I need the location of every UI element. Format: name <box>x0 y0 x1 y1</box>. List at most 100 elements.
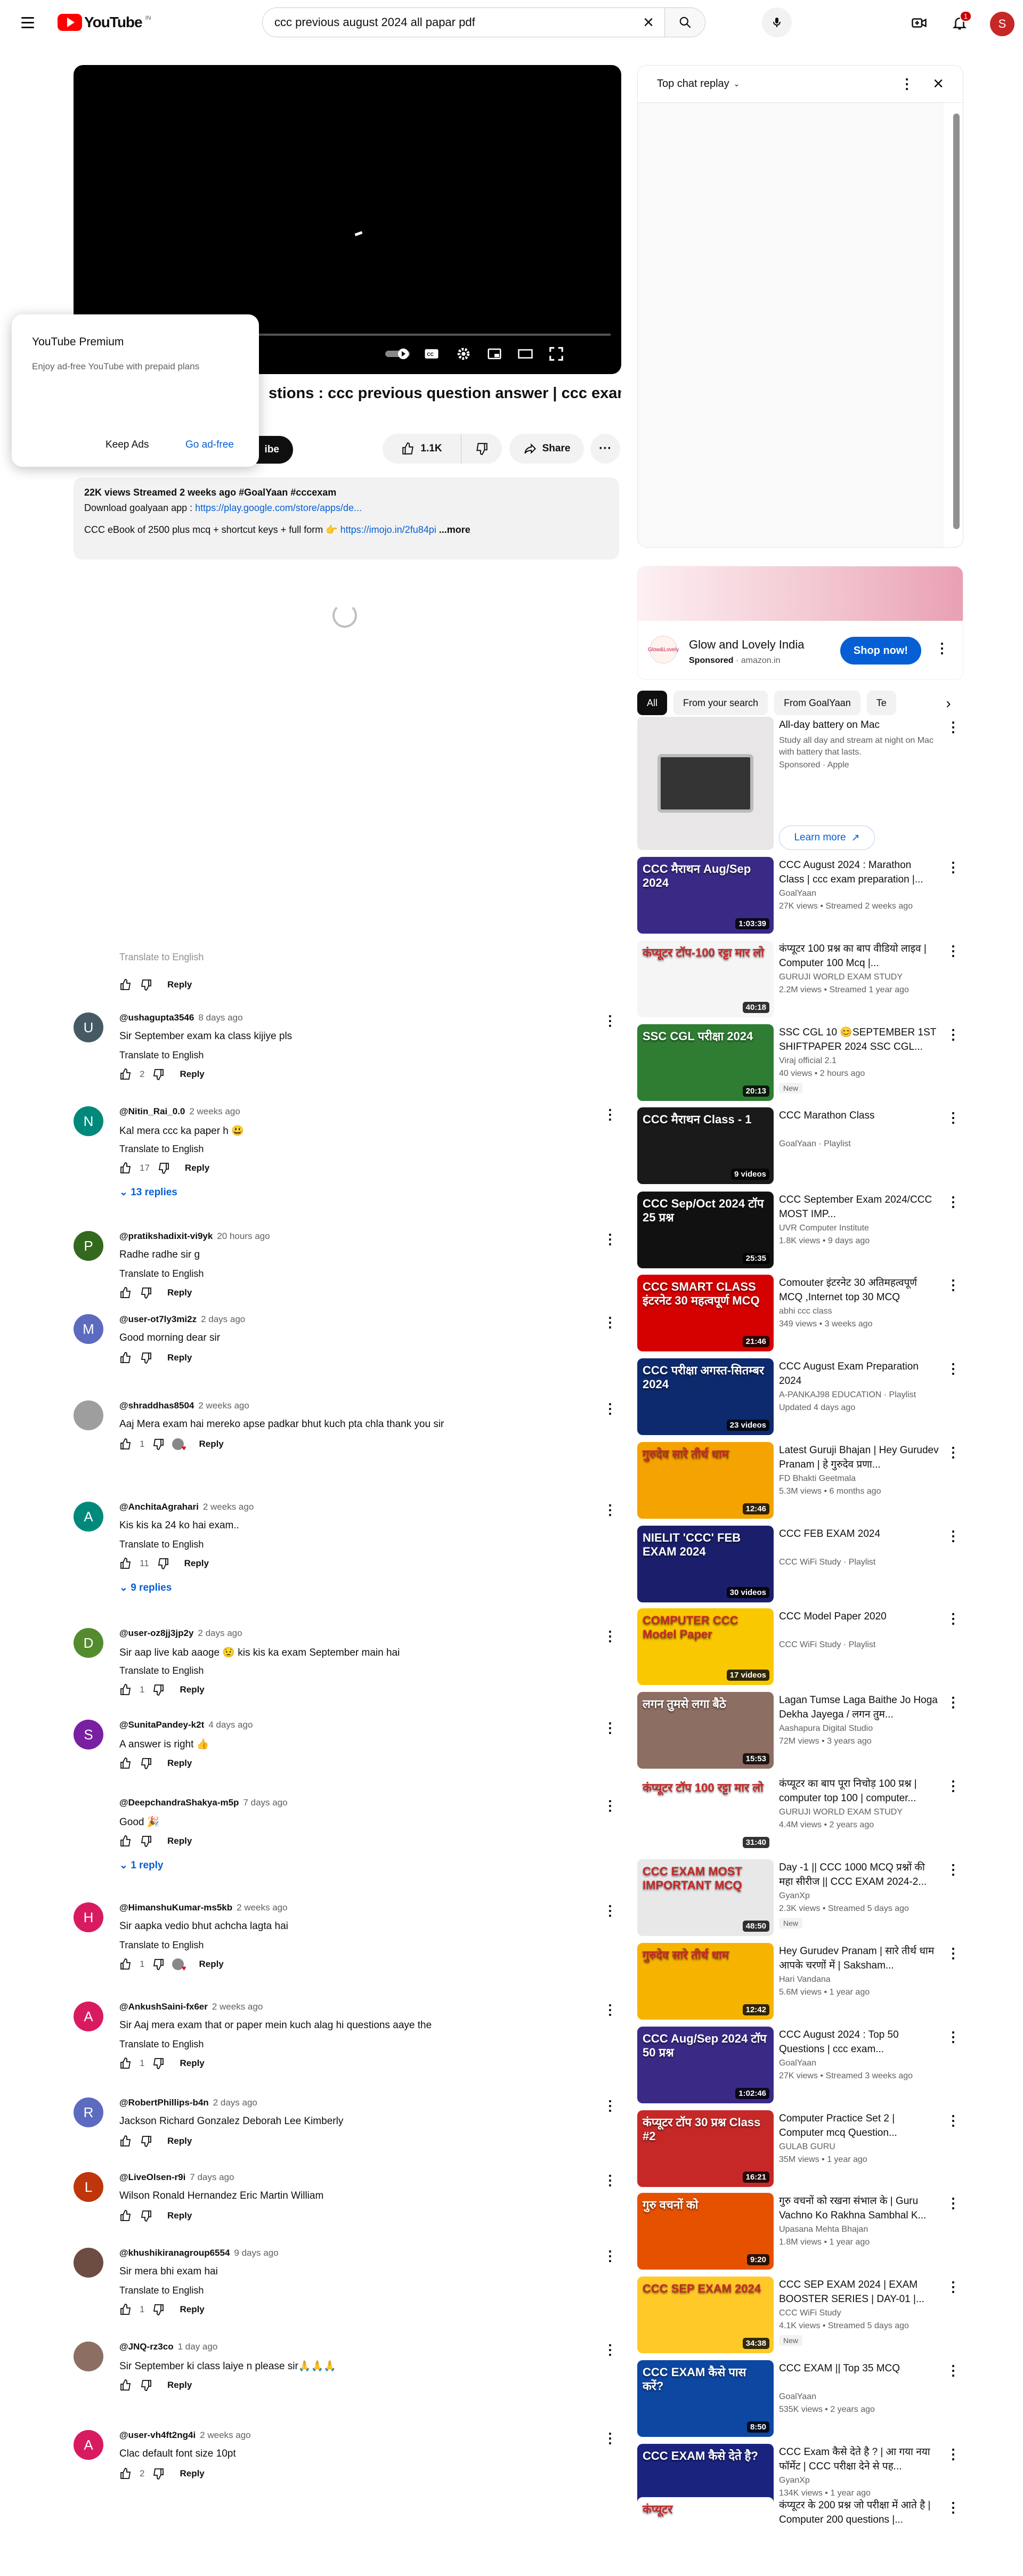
filter-chip[interactable]: From your search <box>673 691 768 715</box>
fullscreen-button[interactable] <box>547 344 566 363</box>
comment-dislike-button[interactable] <box>152 1438 165 1451</box>
reply-button[interactable]: Reply <box>167 1836 192 1846</box>
commenter-avatar[interactable]: S <box>74 1720 103 1749</box>
reply-button[interactable]: Reply <box>167 2136 192 2146</box>
video-thumbnail[interactable]: CCC परीक्षा अगस्त-सितम्बर 2024 23 videos <box>637 1358 774 1435</box>
recommended-video[interactable]: कंप्यूटर टॉप-100 रट्टा मार लो 40:18 कंप्यू… <box>637 941 963 1019</box>
video-more-icon[interactable]: ⋮ <box>946 1694 960 1711</box>
video-thumbnail[interactable]: लगन तुमसे लगा बैठे 15:53 <box>637 1692 774 1769</box>
recommended-video[interactable]: CCC मैराथन Class - 1 9 videos CCC Marathon… <box>637 1107 963 1186</box>
subtitles-button[interactable]: CC <box>422 344 441 363</box>
recommended-video[interactable]: CCC SEP EXAM 2024 34:38 CCC SEP EXAM 2024 … <box>637 2277 963 2355</box>
comment-like-button[interactable] <box>119 2135 132 2148</box>
channel-name[interactable]: GULAB GURU <box>779 2142 939 2152</box>
video-more-icon[interactable]: ⋮ <box>946 2362 960 2379</box>
comment-more-icon[interactable]: ⋮ <box>603 2430 617 2447</box>
channel-name[interactable]: GURUJI WORLD EXAM STUDY <box>779 1808 939 1817</box>
reply-button[interactable]: Reply <box>185 1163 209 1173</box>
video-more-icon[interactable]: ⋮ <box>946 1026 960 1043</box>
video-more-icon[interactable]: ⋮ <box>946 2499 960 2516</box>
search-input[interactable] <box>263 8 632 37</box>
video-title[interactable]: कंप्यूटर के 200 प्रश्न जो परीक्षा में आत… <box>779 2498 939 2527</box>
video-title[interactable]: CCC August 2024 : Top 50 Questions | ccc… <box>779 2028 939 2056</box>
reply-button[interactable]: Reply <box>180 1684 204 1695</box>
video-title[interactable]: Computer Practice Set 2 | Computer mcq Q… <box>779 2111 939 2140</box>
video-more-icon[interactable]: ⋮ <box>946 2195 960 2212</box>
video-title[interactable]: Latest Guruji Bhajan | Hey Gurudev Prana… <box>779 1443 939 1472</box>
recommended-video[interactable]: CCC EXAM कैसे पास करें? 8:50 CCC EXAM || T… <box>637 2360 963 2439</box>
comment-like-button[interactable] <box>119 978 132 991</box>
video-title[interactable]: CCC FEB EXAM 2024 <box>779 1527 939 1541</box>
comment-dislike-button[interactable] <box>152 2303 165 2316</box>
translate-link[interactable]: Translate to English <box>119 1268 204 1279</box>
commenter-avatar[interactable]: M <box>74 1314 103 1344</box>
voice-search-button[interactable] <box>762 7 792 37</box>
like-button[interactable]: 1.1K <box>383 434 461 464</box>
reply-button[interactable]: Reply <box>199 1439 223 1449</box>
video-thumbnail[interactable]: CCC SEP EXAM 2024 34:38 <box>637 2277 774 2353</box>
channel-name[interactable]: Hari Vandana <box>779 1975 939 1984</box>
video-thumbnail[interactable]: कंप्यूटर टॉप-100 रट्टा मार लो 40:18 <box>637 941 774 1017</box>
comment-dislike-button[interactable] <box>152 2057 165 2070</box>
comment-dislike-button[interactable] <box>140 1286 152 1299</box>
video-thumbnail[interactable]: CCC मैराथन Class - 1 9 videos <box>637 1107 774 1184</box>
comment-dislike-button[interactable] <box>140 2209 152 2222</box>
comment-author[interactable]: @JNQ-rz3co 1 day ago <box>119 2342 217 2352</box>
reply-button[interactable]: Reply <box>167 2380 192 2391</box>
commenter-avatar[interactable]: N <box>74 1106 103 1136</box>
comment-author[interactable]: @LiveOlsen-r9i 7 days ago <box>119 2172 234 2183</box>
filter-chip[interactable]: Te <box>866 691 896 715</box>
menu-icon[interactable] <box>18 13 37 32</box>
video-more-icon[interactable]: ⋮ <box>946 2112 960 2129</box>
video-title[interactable]: CCC EXAM || Top 35 MCQ <box>779 2361 939 2376</box>
recommended-video[interactable]: कंप्यूटर टॉप 100 रट्टा मार लो 31:40 कंप्यू… <box>637 1776 963 1854</box>
create-button[interactable] <box>906 10 932 36</box>
channel-name[interactable]: GURUJI WORLD EXAM STUDY <box>779 973 939 982</box>
comment-more-icon[interactable]: ⋮ <box>603 2172 617 2189</box>
comment-like-button[interactable] <box>119 1286 132 1299</box>
chat-scrollbar[interactable] <box>952 108 961 539</box>
settings-button[interactable] <box>454 344 473 363</box>
ad-more-icon[interactable]: ⋮ <box>935 640 949 657</box>
video-more-icon[interactable]: ⋮ <box>946 2029 960 2045</box>
comment-more-icon[interactable]: ⋮ <box>603 2342 617 2358</box>
description-box[interactable]: 22K views Streamed 2 weeks ago #GoalYaan… <box>74 477 619 560</box>
video-thumbnail[interactable]: कंप्यूटर <box>637 2497 774 2574</box>
channel-name[interactable]: Aashapura Digital Studio <box>779 1724 939 1733</box>
youtube-logo[interactable]: YouTube IN <box>58 14 151 31</box>
comment-like-button[interactable] <box>119 1068 132 1081</box>
reply-button[interactable]: Reply <box>180 2468 204 2479</box>
channel-name[interactable]: GoalYaan <box>779 889 939 898</box>
channel-name[interactable]: Upasana Mehta Bhajan <box>779 2225 939 2234</box>
comment-author[interactable]: @shraddhas8504 2 weeks ago <box>119 1400 249 1411</box>
channel-name[interactable]: UVR Computer Institute <box>779 1224 939 1233</box>
video-title[interactable]: All-day battery on Mac <box>779 718 939 732</box>
view-replies-button[interactable]: ⌄ 9 replies <box>119 1582 172 1594</box>
learn-more-button[interactable]: Learn more ↗ <box>779 825 875 850</box>
recommended-video[interactable]: CCC EXAM MOST IMPORTANT MCQ 48:50 Day -1 |… <box>637 1859 963 1938</box>
comment-like-button[interactable] <box>119 1958 132 1971</box>
autoplay-toggle[interactable] <box>383 344 415 363</box>
recommended-video[interactable]: CCC परीक्षा अगस्त-सितम्बर 2024 23 videos C… <box>637 1358 963 1437</box>
recommended-video[interactable]: CCC Sep/Oct 2024 टॉप 25 प्रश्न 25:35 CCC S… <box>637 1192 963 1270</box>
filter-chip[interactable]: From GoalYaan <box>774 691 860 715</box>
video-title[interactable]: CCC August 2024 : Marathon Class | ccc e… <box>779 858 939 887</box>
comment-more-icon[interactable]: ⋮ <box>603 2248 617 2264</box>
video-title[interactable]: CCC Model Paper 2020 <box>779 1609 939 1624</box>
comment-like-button[interactable] <box>119 1835 132 1848</box>
video-title[interactable]: Comouter इंटरनेट 30 अतिमहत्वपूर्ण MCQ ,I… <box>779 1276 939 1305</box>
reply-button[interactable]: Reply <box>167 1287 192 1298</box>
comment-author[interactable]: @user-oz8jj3jp2y 2 days ago <box>119 1628 242 1639</box>
reply-button[interactable]: Reply <box>167 1352 192 1363</box>
video-title[interactable]: CCC August Exam Preparation 2024 <box>779 1359 939 1388</box>
video-thumbnail[interactable]: गुरु वचनों को 9:20 <box>637 2193 774 2270</box>
channel-name[interactable]: abhi ccc class <box>779 1307 939 1316</box>
reply-button[interactable]: Reply <box>184 1558 209 1569</box>
video-title[interactable]: Lagan Tumse Laga Baithe Jo Hoga Dekha Ja… <box>779 1693 939 1722</box>
video-more-icon[interactable]: ⋮ <box>946 943 960 959</box>
notifications-button[interactable]: 1 <box>946 10 973 36</box>
comment-more-icon[interactable]: ⋮ <box>603 1400 617 1417</box>
more-actions-button[interactable]: ··· <box>590 434 620 464</box>
comment-dislike-button[interactable] <box>140 1351 152 1364</box>
channel-name[interactable]: GyanXp <box>779 2476 939 2485</box>
